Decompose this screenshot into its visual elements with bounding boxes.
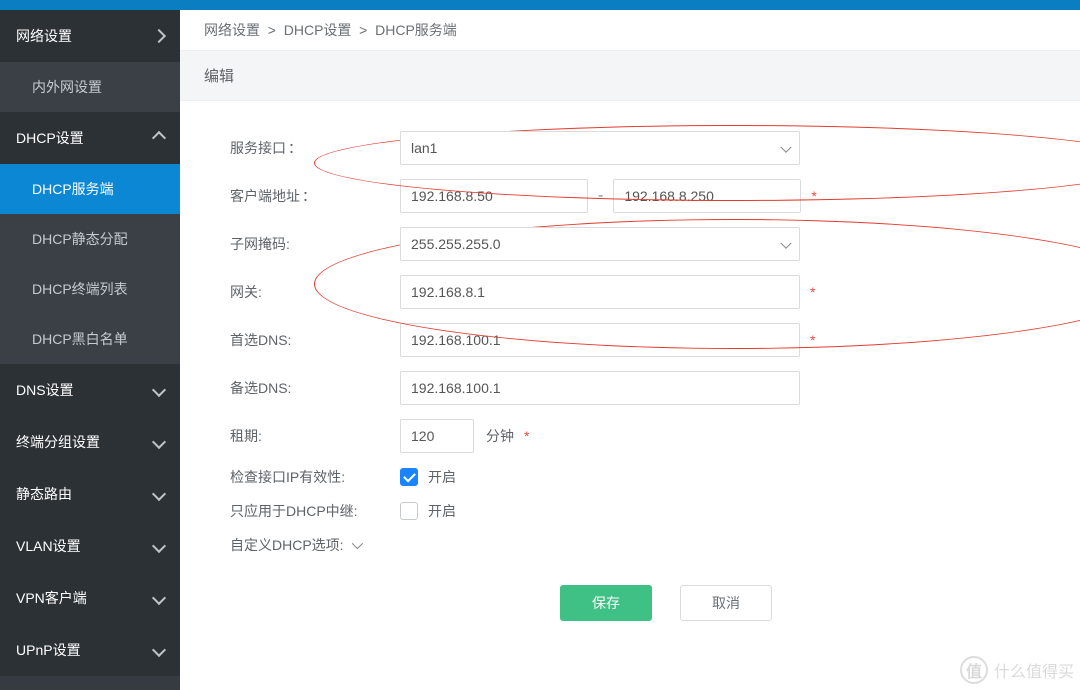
- subnet-mask-select[interactable]: 255.255.255.0: [400, 227, 800, 261]
- breadcrumb-item[interactable]: DHCP设置: [284, 22, 352, 38]
- sidebar-item-dhcp-server[interactable]: DHCP服务端: [0, 164, 180, 214]
- breadcrumb: 网络设置 > DHCP设置 > DHCP服务端: [180, 10, 1080, 50]
- row-lease: 租期: 分钟 *: [220, 419, 1040, 453]
- row-gateway: 网关: *: [220, 275, 1040, 309]
- breadcrumb-item[interactable]: DHCP服务端: [375, 22, 457, 38]
- sidebar-item-label: VLAN设置: [16, 536, 81, 556]
- primary-dns-input[interactable]: [400, 323, 800, 357]
- field-label: 租期:: [230, 428, 262, 444]
- row-secondary-dns: 备选DNS:: [220, 371, 1040, 405]
- field-label: 检查接口IP有效性:: [230, 469, 345, 485]
- sidebar-item-label: DHCP终端列表: [32, 279, 128, 299]
- sidebar-item-label: 静态路由: [16, 484, 72, 504]
- cancel-button[interactable]: 取消: [680, 585, 772, 621]
- row-custom-dhcp[interactable]: 自定义DHCP选项:: [220, 535, 1040, 555]
- sidebar-group-network[interactable]: 网络设置: [0, 10, 180, 62]
- chevron-down-icon: [152, 382, 166, 396]
- content-area: 网络设置 > DHCP设置 > DHCP服务端 编辑 服务接口： lan1: [180, 10, 1080, 690]
- sidebar-item-label: UPnP设置: [16, 640, 81, 660]
- breadcrumb-item[interactable]: 网络设置: [204, 22, 260, 38]
- sidebar-item-label: VPN客户端: [16, 588, 87, 608]
- form-actions: 保存 取消: [220, 585, 1040, 621]
- sidebar-item-label: DHCP黑白名单: [32, 329, 128, 349]
- field-label: 只应用于DHCP中继:: [230, 503, 358, 519]
- lease-unit: 分钟: [486, 426, 514, 446]
- sidebar-item-dhcp-clients[interactable]: DHCP终端列表: [0, 264, 180, 314]
- field-label: 首选DNS:: [230, 332, 291, 348]
- chevron-down-icon: [351, 538, 362, 549]
- sidebar-item-label: DHCP静态分配: [32, 229, 128, 249]
- sidebar-group-vpn[interactable]: VPN客户端: [0, 572, 180, 624]
- sidebar-item-dhcp-allowlist[interactable]: DHCP黑白名单: [0, 314, 180, 364]
- watermark-text: 什么值得买: [994, 658, 1074, 682]
- required-mark: *: [810, 332, 815, 348]
- row-dhcp-relay: 只应用于DHCP中继: 开启: [220, 501, 1040, 521]
- sidebar-group-terminal[interactable]: 终端分组设置: [0, 416, 180, 468]
- chevron-down-icon: [152, 590, 166, 604]
- watermark: 值 什么值得买: [960, 656, 1074, 684]
- sidebar: 网络设置 内外网设置 DHCP设置 DHCP服务端 DHCP静态分配 DHCP终…: [0, 10, 180, 690]
- sidebar-group-static-route[interactable]: 静态路由: [0, 468, 180, 520]
- field-label: 备选DNS:: [230, 380, 291, 396]
- sidebar-item-inout[interactable]: 内外网设置: [0, 62, 180, 112]
- field-label: 网关:: [230, 284, 262, 300]
- watermark-logo-icon: 值: [960, 656, 988, 684]
- sidebar-group-label: 网络设置: [16, 26, 72, 46]
- checkbox-label: 开启: [428, 501, 456, 521]
- sidebar-item-label: 终端分组设置: [16, 432, 100, 452]
- sidebar-group-upnp[interactable]: UPnP设置: [0, 624, 180, 676]
- sidebar-group-vlan[interactable]: VLAN设置: [0, 520, 180, 572]
- sidebar-item-label: 内外网设置: [32, 77, 102, 97]
- app-root: 网络设置 内外网设置 DHCP设置 DHCP服务端 DHCP静态分配 DHCP终…: [0, 0, 1080, 690]
- dhcp-relay-checkbox[interactable]: [400, 502, 418, 520]
- row-subnet-mask: 子网掩码: 255.255.255.0: [220, 227, 1040, 261]
- client-address-end-input[interactable]: [613, 179, 801, 213]
- required-mark: *: [524, 428, 529, 444]
- row-service-interface: 服务接口： lan1: [220, 131, 1040, 165]
- field-label: 子网掩码:: [230, 236, 290, 252]
- checkbox-label: 开启: [428, 467, 456, 487]
- page-title: 编辑: [180, 50, 1080, 101]
- client-address-start-input[interactable]: [400, 179, 588, 213]
- check-ip-checkbox[interactable]: [400, 468, 418, 486]
- chevron-down-icon: [152, 486, 166, 500]
- save-button[interactable]: 保存: [560, 585, 652, 621]
- sidebar-group-dns[interactable]: DNS设置: [0, 364, 180, 416]
- sidebar-group-dhcp[interactable]: DHCP设置: [0, 112, 180, 164]
- field-label: 自定义DHCP选项:: [230, 535, 344, 555]
- chevron-right-icon: [152, 28, 166, 42]
- sidebar-item-dhcp-static[interactable]: DHCP静态分配: [0, 214, 180, 264]
- sidebar-item-label: DHCP服务端: [32, 179, 114, 199]
- sidebar-group-label: DHCP设置: [16, 128, 84, 148]
- select-value: 255.255.255.0: [400, 227, 800, 261]
- service-interface-select[interactable]: lan1: [400, 131, 800, 165]
- select-value: lan1: [400, 131, 800, 165]
- chevron-down-icon: [152, 642, 166, 656]
- row-primary-dns: 首选DNS: *: [220, 323, 1040, 357]
- row-check-ip: 检查接口IP有效性: 开启: [220, 467, 1040, 487]
- top-bar: [0, 0, 1080, 10]
- lease-input[interactable]: [400, 419, 474, 453]
- sidebar-item-label: DNS设置: [16, 380, 74, 400]
- form: 服务接口： lan1 客户端地址： - *: [180, 101, 1080, 690]
- secondary-dns-input[interactable]: [400, 371, 800, 405]
- field-label: 服务接口: [230, 140, 286, 156]
- chevron-up-icon: [152, 130, 166, 144]
- required-mark: *: [811, 188, 816, 204]
- gateway-input[interactable]: [400, 275, 800, 309]
- field-label: 客户端地址: [230, 188, 300, 204]
- row-client-address: 客户端地址： - *: [220, 179, 1040, 213]
- chevron-down-icon: [152, 434, 166, 448]
- required-mark: *: [810, 284, 815, 300]
- range-separator: -: [588, 187, 613, 205]
- chevron-down-icon: [152, 538, 166, 552]
